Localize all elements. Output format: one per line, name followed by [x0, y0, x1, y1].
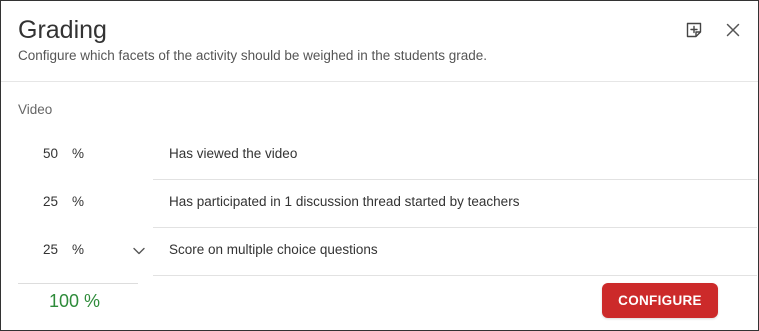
- close-button[interactable]: [722, 19, 744, 41]
- criterion-description-cell: Has viewed the video: [153, 131, 757, 180]
- criterion-weight: 25 %: [18, 227, 145, 275]
- criterion-description-cell: Has participated in 1 discussion thread …: [153, 179, 757, 228]
- grading-dialog: Grading Configure which facets of the ac…: [0, 0, 759, 331]
- criterion-weight-unit: %: [72, 242, 85, 257]
- criterion-row: 25 % Score on multiple choice questions: [18, 227, 757, 276]
- criterion-weight: 50 %: [18, 131, 140, 179]
- criterion-row: 50 % Has viewed the video: [18, 131, 757, 180]
- total-weight: 100 %: [49, 291, 101, 311]
- note-add-button[interactable]: [683, 19, 705, 41]
- dialog-header: Grading Configure which facets of the ac…: [1, 1, 758, 82]
- criterion-weight-value[interactable]: 50: [18, 146, 58, 161]
- close-icon: [726, 23, 740, 37]
- total-divider: [18, 283, 138, 284]
- criterion-weight-unit: %: [72, 146, 85, 161]
- criterion-row: 25 % Has participated in 1 discussion th…: [18, 179, 757, 228]
- criterion-weight-value[interactable]: 25: [18, 194, 58, 209]
- criterion-weight-unit: %: [72, 194, 85, 209]
- criterion-description: Has viewed the video: [169, 146, 298, 161]
- criterion-description: Score on multiple choice questions: [169, 242, 378, 257]
- section-label-video: Video: [18, 102, 53, 117]
- criterion-description: Has participated in 1 discussion thread …: [169, 194, 520, 209]
- configure-button[interactable]: CONFIGURE: [602, 283, 718, 318]
- note-add-icon: [686, 22, 702, 38]
- dialog-subtitle: Configure which facets of the activity s…: [18, 48, 488, 63]
- criterion-weight-value[interactable]: 25: [18, 242, 58, 257]
- dialog-title: Grading: [18, 16, 107, 44]
- chevron-down-icon[interactable]: [132, 244, 146, 258]
- criterion-description-cell: Score on multiple choice questions: [153, 227, 757, 276]
- criterion-weight: 25 %: [18, 179, 140, 227]
